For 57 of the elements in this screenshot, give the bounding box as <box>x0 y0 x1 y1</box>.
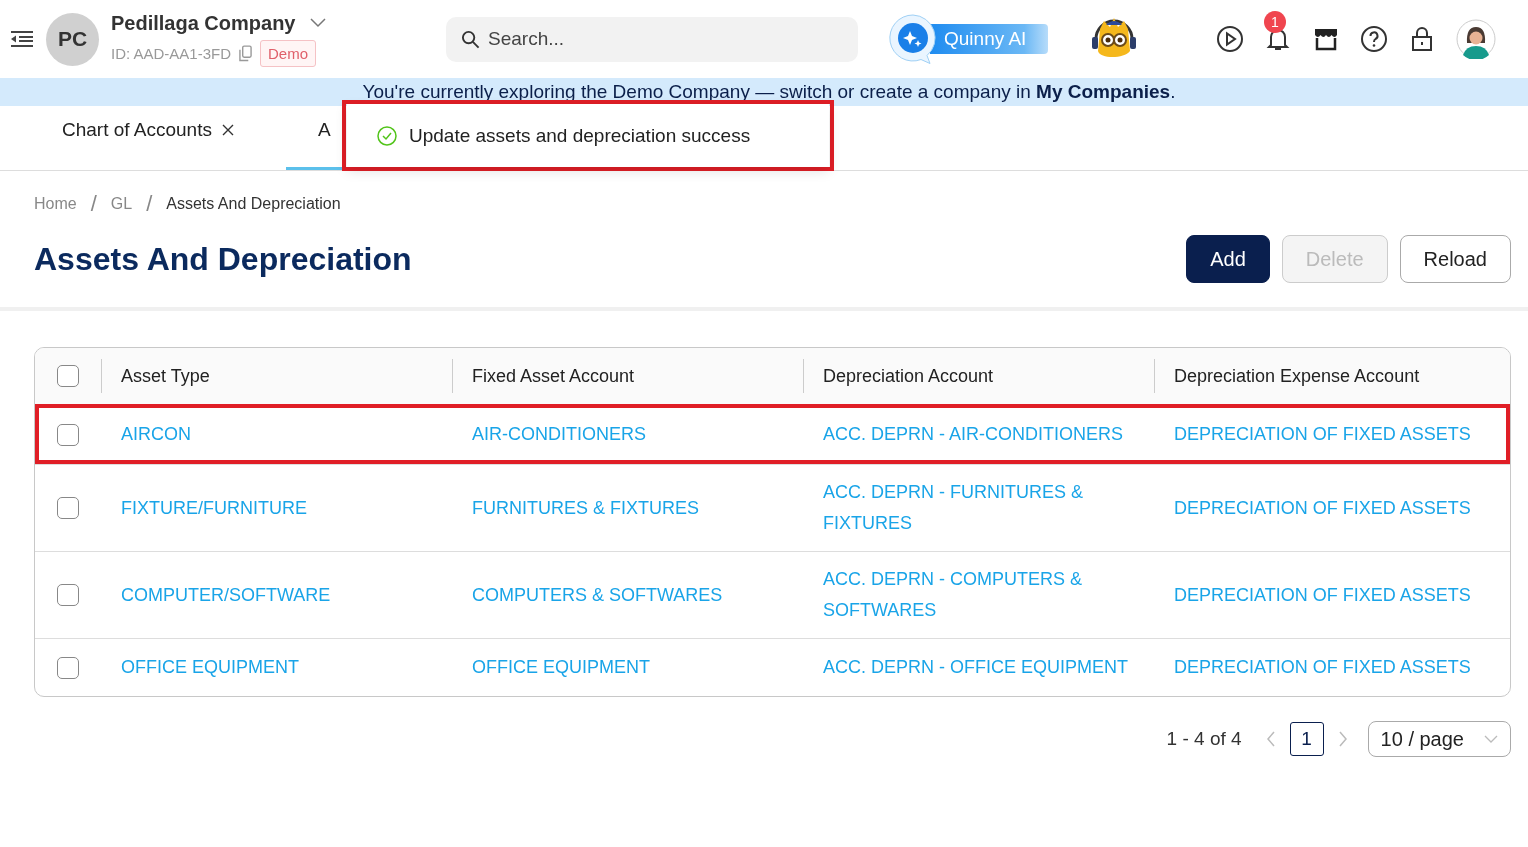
column-header: Depreciation Expense Account <box>1174 364 1420 388</box>
table-cell-link[interactable]: FIXTURE/FURNITURE <box>121 492 307 524</box>
ai-assistant-button[interactable]: Quinny AI <box>888 13 1066 65</box>
notification-badge: 1 <box>1264 11 1286 33</box>
page-number[interactable]: 1 <box>1289 722 1324 756</box>
close-icon[interactable] <box>221 123 234 136</box>
chevron-down-icon[interactable] <box>309 18 326 28</box>
demo-banner: You're currently exploring the Demo Company — switch or create a company in My Companies. <box>0 78 1528 106</box>
sparkle-bubble-icon <box>888 13 938 65</box>
demo-badge: Demo <box>260 39 317 67</box>
play-icon[interactable] <box>1216 25 1244 53</box>
table-cell-link[interactable]: OFFICE EQUIPMENT <box>121 652 299 683</box>
table-cell-link[interactable]: COMPUTERS & SOFTWARES <box>472 579 723 611</box>
page-title: Assets And Depreciation <box>34 240 412 278</box>
search-field[interactable]: Search... <box>446 16 858 62</box>
checkbox[interactable] <box>57 656 79 679</box>
table-cell-link[interactable]: DEPRECIATION OF FIXED ASSETS <box>1174 579 1471 611</box>
user-avatar[interactable] <box>1456 19 1496 59</box>
copy-icon[interactable] <box>239 44 253 62</box>
action-button[interactable]: Reload <box>1399 235 1511 283</box>
menu-icon[interactable] <box>10 29 34 49</box>
table-cell-link[interactable]: AIR-CONDITIONERS <box>472 419 646 450</box>
action-button[interactable]: Add <box>1186 235 1270 283</box>
checkbox[interactable] <box>57 365 79 387</box>
company-id: ID: AAD-AA1-3FD <box>111 44 232 62</box>
column-header: Depreciation Account <box>823 364 994 388</box>
checkbox[interactable] <box>57 497 79 519</box>
table-cell-link[interactable]: DEPRECIATION OF FIXED ASSETS <box>1174 419 1471 450</box>
breadcrumb-separator: / <box>146 191 153 217</box>
company-avatar: PC <box>46 12 99 66</box>
table-cell-link[interactable]: OFFICE EQUIPMENT <box>472 652 650 683</box>
check-circle-icon <box>377 125 397 146</box>
table-cell-link[interactable]: ACC. DEPRN - COMPUTERS & SOFTWARES <box>823 564 1148 626</box>
breadcrumb-link[interactable]: GL <box>110 195 133 213</box>
breadcrumb-link[interactable]: Home <box>34 195 77 213</box>
column-header: Fixed Asset Account <box>472 364 635 388</box>
checkbox[interactable] <box>57 584 79 606</box>
help-icon[interactable] <box>1360 25 1388 53</box>
table-cell-link[interactable]: DEPRECIATION OF FIXED ASSETS <box>1174 492 1471 524</box>
breadcrumb-separator: / <box>90 191 97 217</box>
table-cell-link[interactable]: ACC. DEPRN - AIR-CONDITIONERS <box>823 419 1124 450</box>
table-cell-link[interactable]: FURNITURES & FIXTURES <box>472 492 699 524</box>
tab[interactable]: Chart of Accounts <box>62 106 234 170</box>
table-cell-link[interactable]: ACC. DEPRN - OFFICE EQUIPMENT <box>823 652 1128 683</box>
search-icon <box>461 29 480 49</box>
checkbox[interactable] <box>57 423 79 446</box>
table-cell-link[interactable]: ACC. DEPRN - FURNITURES & FIXTURES <box>823 477 1148 539</box>
table-cell-link[interactable]: AIRCON <box>121 419 191 450</box>
chevron-down-icon <box>1484 735 1498 743</box>
column-header: Asset Type <box>121 364 210 388</box>
page-range: 1 - 4 of 4 <box>1166 728 1242 750</box>
table-cell-link[interactable]: DEPRECIATION OF FIXED ASSETS <box>1174 652 1471 683</box>
page-size-select[interactable]: 10 / page <box>1367 721 1511 757</box>
company-name[interactable]: Pedillaga Company <box>111 11 296 35</box>
table-cell-link[interactable]: COMPUTER/SOFTWARE <box>121 579 331 611</box>
toast-message: Update assets and depreciation success <box>409 124 751 147</box>
breadcrumb-current: Assets And Depreciation <box>166 195 341 213</box>
